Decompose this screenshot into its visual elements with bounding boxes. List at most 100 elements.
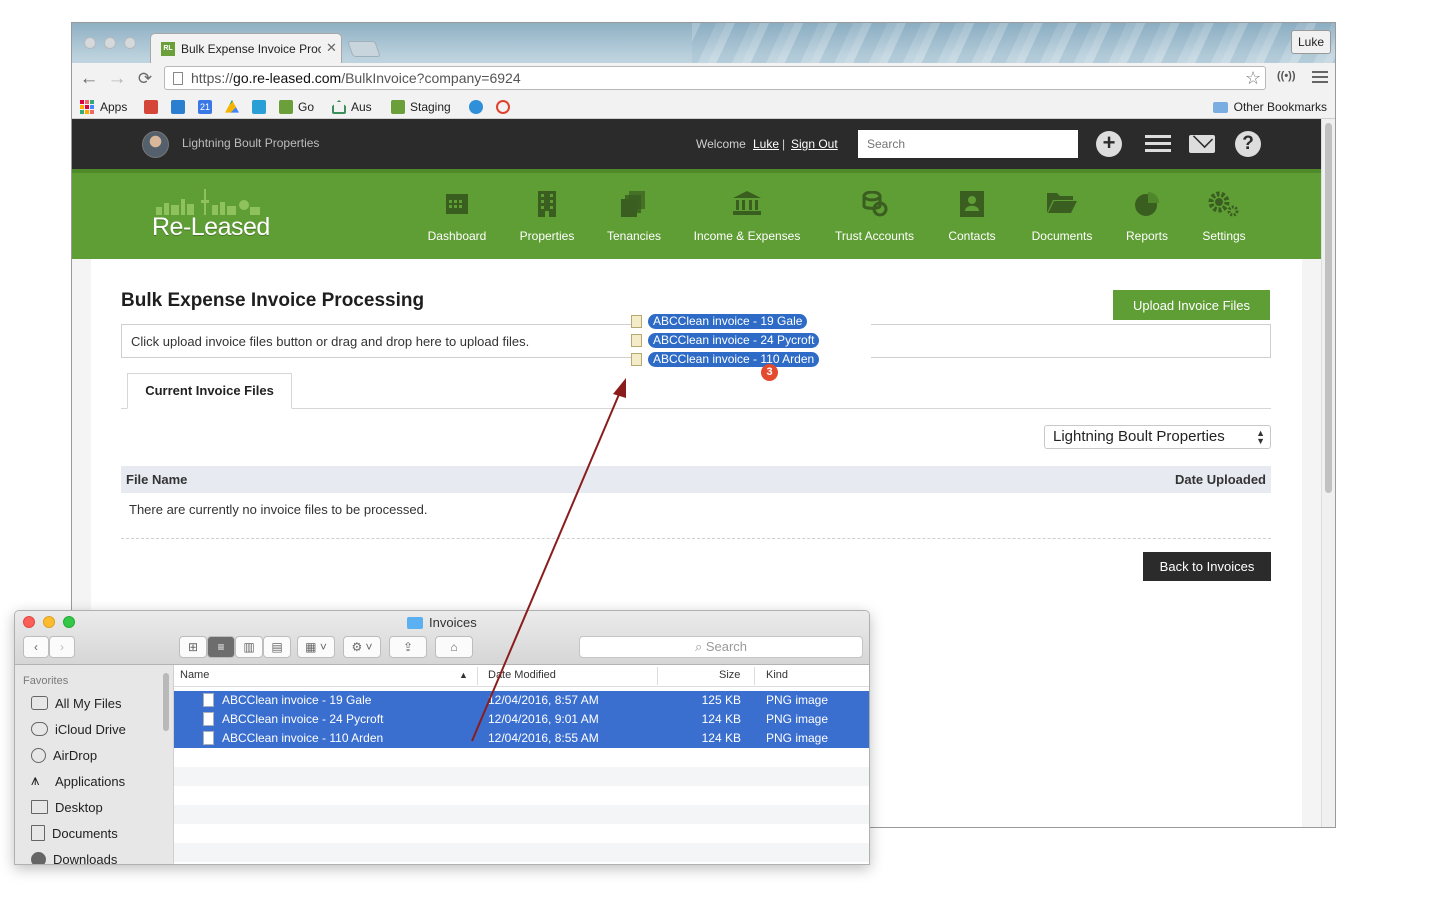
bookmark-apps[interactable]: Apps [80, 98, 127, 116]
arrange-button[interactable]: ▦ ˅ [297, 636, 335, 658]
action-gear-button[interactable]: ⚙ ˅ [343, 636, 381, 658]
chrome-menu-icon[interactable] [1312, 68, 1328, 84]
company-name: Lightning Boult Properties [182, 136, 320, 150]
search-input[interactable] [858, 130, 1078, 158]
finder-minimize-button[interactable] [43, 616, 55, 628]
nav-income-expenses[interactable]: Income & Expenses [692, 187, 802, 247]
reload-icon[interactable]: ⟳ [134, 68, 156, 90]
empty-row [174, 748, 869, 767]
bookmark-gmail[interactable] [144, 98, 163, 116]
nav-reports[interactable]: Reports [1112, 187, 1182, 247]
user-link[interactable]: Luke [753, 137, 779, 151]
nav-trust-accounts[interactable]: Trust Accounts [832, 187, 917, 247]
cast-icon[interactable]: ((•)) [1277, 70, 1296, 82]
sidebar-item-downloads[interactable]: Downloads [31, 849, 117, 864]
column-size[interactable]: Size [719, 669, 740, 681]
bookmark-go[interactable]: Go [279, 98, 314, 116]
list-view-button[interactable]: ≡ [207, 636, 235, 658]
finder-zoom-button[interactable] [63, 616, 75, 628]
mail-icon[interactable] [1189, 135, 1215, 153]
browser-toolbar: ← → ⟳ https://go.re-leased.com/BulkInvoi… [72, 63, 1335, 95]
sidebar-item-documents[interactable]: Documents [31, 823, 118, 843]
bookmark-cloud[interactable] [469, 98, 488, 116]
avatar[interactable] [142, 131, 169, 158]
logo[interactable]: Re-Leased [152, 213, 270, 242]
nav-settings[interactable]: Settings [1189, 187, 1259, 247]
trello-icon [171, 100, 185, 114]
finder-search[interactable]: ⌕ Search [579, 636, 863, 658]
add-icon[interactable]: + [1096, 131, 1122, 157]
finder-forward-button[interactable]: › [49, 636, 75, 658]
finder-close-button[interactable] [23, 616, 35, 628]
drag-count-badge: 3 [761, 364, 778, 381]
page-scrollbar[interactable] [1321, 119, 1335, 827]
separator: | [782, 137, 786, 151]
pie-chart-icon [1135, 192, 1159, 216]
list-menu-icon[interactable] [1145, 131, 1171, 157]
coverflow-view-button[interactable]: ▤ [263, 636, 291, 658]
file-icon [631, 333, 642, 347]
airdrop-icon [31, 747, 46, 763]
nav-tenancies[interactable]: Tenancies [599, 187, 669, 247]
nav-documents[interactable]: Documents [1022, 187, 1102, 247]
tag-button[interactable]: ⌂ [435, 636, 473, 658]
file-row[interactable]: ABCClean invoice - 24 Pycroft 12/04/2016… [174, 710, 869, 729]
column-view-button[interactable]: ▥ [235, 636, 263, 658]
scrollbar-thumb[interactable] [1325, 123, 1332, 493]
file-row[interactable]: ABCClean invoice - 110 Arden 12/04/2016,… [174, 729, 869, 748]
theme-background [692, 23, 1335, 63]
column-date-uploaded[interactable]: Date Uploaded [1175, 472, 1266, 487]
bank-icon [733, 191, 761, 215]
new-tab-button[interactable] [347, 41, 381, 57]
window-close-button[interactable] [84, 37, 96, 49]
upload-invoice-files-button[interactable]: Upload Invoice Files [1113, 290, 1270, 320]
column-divider [477, 667, 478, 685]
applications-icon: ⩚ [31, 772, 40, 789]
sign-out-link[interactable]: Sign Out [791, 137, 838, 151]
company-select[interactable]: Lightning Boult Properties ▲ ▼ [1044, 425, 1271, 449]
share-button[interactable]: ⇪ [389, 636, 427, 658]
column-file-name[interactable]: File Name [126, 472, 187, 487]
bookmark-c[interactable] [252, 98, 271, 116]
sidebar-item-icloud-drive[interactable]: iCloud Drive [31, 719, 126, 739]
bookmark-trello[interactable] [171, 98, 190, 116]
file-icon [631, 314, 642, 328]
sidebar-item-airdrop[interactable]: AirDrop [31, 745, 97, 765]
back-arrow-icon[interactable]: ← [78, 68, 100, 90]
nav-contacts[interactable]: Contacts [937, 187, 1007, 247]
column-name[interactable]: Name [180, 669, 209, 681]
address-bar[interactable]: https://go.re-leased.com/BulkInvoice?com… [164, 66, 1266, 90]
file-row[interactable]: ABCClean invoice - 19 Gale 12/04/2016, 8… [174, 691, 869, 710]
sidebar-scrollbar[interactable] [163, 673, 169, 731]
column-date-modified[interactable]: Date Modified [488, 669, 556, 681]
column-kind[interactable]: Kind [766, 669, 788, 681]
calendar-icon: 21 [198, 100, 212, 114]
tab-close-icon[interactable]: ✕ [326, 40, 337, 56]
icon-view-button[interactable]: ⊞ [179, 636, 207, 658]
empty-row [174, 786, 869, 805]
bookmark-staging[interactable]: Staging [391, 98, 451, 116]
dropzone-text: Click upload invoice files button or dra… [131, 334, 530, 349]
nav-properties[interactable]: Properties [512, 187, 582, 247]
sidebar-item-applications[interactable]: ⩚ Applications [31, 771, 125, 791]
bookmark-star-icon[interactable]: ☆ [1245, 68, 1261, 89]
back-to-invoices-button[interactable]: Back to Invoices [1143, 552, 1271, 581]
coins-icon [862, 191, 887, 217]
browser-tab[interactable]: RL Bulk Expense Invoice Proc ✕ [150, 33, 342, 63]
bookmark-red[interactable] [496, 98, 515, 116]
help-icon[interactable]: ? [1235, 131, 1261, 157]
window-minimize-button[interactable] [104, 37, 116, 49]
finder-back-button[interactable]: ‹ [23, 636, 49, 658]
bookmark-calendar[interactable]: 21 [198, 98, 217, 116]
window-zoom-button[interactable] [124, 37, 136, 49]
bookmark-aus[interactable]: Aus [332, 98, 372, 116]
nav-dashboard[interactable]: Dashboard [422, 187, 492, 247]
forward-arrow-icon[interactable]: → [106, 68, 128, 90]
sidebar-item-all-my-files[interactable]: All My Files [31, 693, 121, 713]
other-bookmarks[interactable]: Other Bookmarks [1212, 98, 1327, 116]
sidebar-item-desktop[interactable]: Desktop [31, 797, 103, 817]
tab-current-invoice-files[interactable]: Current Invoice Files [127, 373, 292, 409]
downloads-icon [31, 851, 46, 864]
profile-button[interactable]: Luke [1291, 30, 1331, 54]
bookmark-drive[interactable] [225, 98, 244, 116]
